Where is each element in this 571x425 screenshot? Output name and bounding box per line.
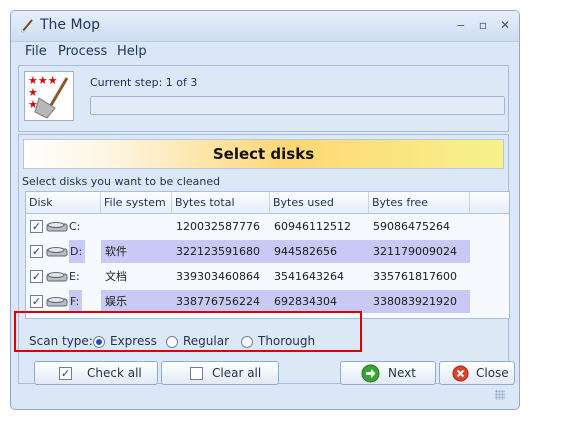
close-button[interactable]: Close bbox=[439, 361, 515, 385]
clear-all-checkbox-icon bbox=[190, 367, 203, 380]
bytes-total-cell: 322123591680 bbox=[172, 240, 270, 263]
clear-all-label: Clear all bbox=[212, 366, 262, 380]
next-button[interactable]: Next bbox=[340, 361, 436, 385]
hard-drive-icon bbox=[46, 272, 68, 282]
mop-broom-icon: ★★★ ★ ★ bbox=[24, 71, 74, 121]
close-label: Close bbox=[476, 366, 509, 380]
maximize-button[interactable]: ▫ bbox=[474, 17, 492, 33]
bytes-free-cell: 321179009024 bbox=[369, 240, 470, 263]
section-banner: Select disks bbox=[23, 139, 504, 169]
column-bytes-free[interactable]: Bytes free bbox=[369, 192, 470, 214]
close-window-button[interactable]: ✕ bbox=[496, 17, 514, 33]
next-label: Next bbox=[388, 366, 416, 380]
disk-table: Disk File system Bytes total Bytes used … bbox=[25, 191, 510, 319]
step-header: ★★★ ★ ★ Current step: 1 of 3 bbox=[18, 65, 509, 132]
disk-checkbox[interactable]: ✓ bbox=[30, 295, 43, 308]
bytes-used-cell: 692834304 bbox=[270, 290, 369, 313]
red-x-icon bbox=[452, 365, 469, 382]
disk-letter: F: bbox=[69, 290, 83, 313]
scan-type-highlight bbox=[14, 311, 362, 352]
bytes-free-cell: 338083921920 bbox=[369, 290, 470, 313]
bytes-used-cell: 60946112512 bbox=[274, 220, 351, 233]
check-all-label: Check all bbox=[87, 366, 142, 380]
minimize-button[interactable]: ‒ bbox=[452, 17, 470, 33]
current-step-label: Current step: 1 of 3 bbox=[90, 76, 198, 89]
check-all-button[interactable]: ✓ Check all bbox=[34, 361, 158, 385]
clear-all-button[interactable]: Clear all bbox=[161, 361, 279, 385]
disk-letter: C: bbox=[69, 220, 81, 233]
column-file-system[interactable]: File system bbox=[101, 192, 172, 214]
disk-checkbox[interactable]: ✓ bbox=[30, 270, 43, 283]
file-system-cell: 软件 bbox=[101, 240, 172, 263]
resize-grip[interactable] bbox=[495, 390, 505, 400]
column-disk[interactable]: Disk bbox=[26, 192, 101, 214]
bytes-free-cell: 335761817600 bbox=[373, 270, 457, 283]
bytes-used-cell: 3541643264 bbox=[274, 270, 344, 283]
menu-process[interactable]: Process bbox=[58, 44, 107, 59]
check-all-checkbox-icon: ✓ bbox=[59, 367, 72, 380]
step-progress-bar bbox=[90, 96, 505, 115]
menu-bar: File Process Help bbox=[11, 42, 519, 62]
banner-title: Select disks bbox=[212, 145, 315, 163]
hard-drive-icon bbox=[46, 222, 68, 232]
column-bytes-used[interactable]: Bytes used bbox=[270, 192, 369, 214]
instruction-text: Select disks you want to be cleaned bbox=[22, 175, 221, 188]
file-system-cell bbox=[101, 215, 172, 238]
disk-checkbox[interactable]: ✓ bbox=[30, 245, 43, 258]
bytes-total-cell: 120032587776 bbox=[176, 220, 260, 233]
disk-checkbox[interactable]: ✓ bbox=[30, 220, 43, 233]
table-header: Disk File system Bytes total Bytes used … bbox=[26, 192, 509, 214]
table-row[interactable]: ✓ C: 120032587776 60946112512 5908647526… bbox=[26, 215, 509, 240]
table-row[interactable]: ✓ E: 文档 339303460864 3541643264 33576181… bbox=[26, 265, 509, 290]
column-bytes-total[interactable]: Bytes total bbox=[172, 192, 270, 214]
hard-drive-icon bbox=[46, 247, 68, 257]
column-filler bbox=[470, 192, 509, 214]
window-title: The Mop bbox=[40, 17, 101, 33]
menu-file[interactable]: File bbox=[25, 44, 47, 59]
disk-letter: D: bbox=[69, 240, 86, 263]
bytes-used-cell: 944582656 bbox=[270, 240, 369, 263]
bytes-total-cell: 338776756224 bbox=[172, 290, 270, 313]
hard-drive-icon bbox=[46, 297, 68, 307]
green-arrow-icon bbox=[361, 364, 380, 383]
menu-help[interactable]: Help bbox=[117, 44, 147, 59]
title-bar: The Mop ‒ ▫ ✕ bbox=[11, 11, 519, 42]
file-system-cell: 文档 bbox=[105, 270, 127, 283]
disk-letter: E: bbox=[69, 270, 80, 283]
status-bar bbox=[18, 389, 509, 403]
bytes-total-cell: 339303460864 bbox=[176, 270, 260, 283]
mop-icon bbox=[21, 19, 33, 33]
table-row[interactable]: ✓ D: 软件 322123591680 944582656 321179009… bbox=[26, 240, 509, 265]
file-system-cell: 娱乐 bbox=[101, 290, 172, 313]
bytes-free-cell: 59086475264 bbox=[373, 220, 450, 233]
